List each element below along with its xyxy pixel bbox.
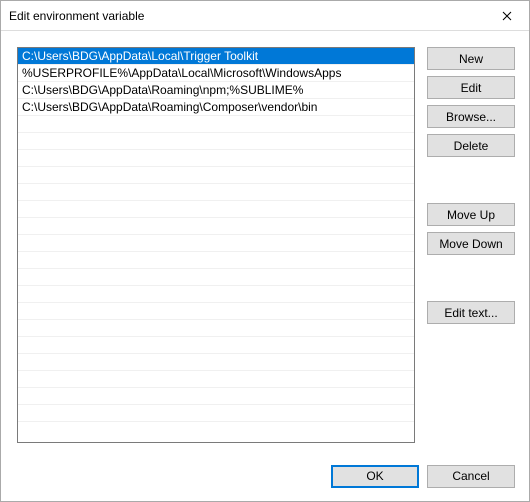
list-item [18,286,414,303]
close-button[interactable] [484,1,529,30]
list-item [18,167,414,184]
spacer [427,261,515,295]
list-item [18,252,414,269]
list-item [18,184,414,201]
spacer [427,163,515,197]
delete-button[interactable]: Delete [427,134,515,157]
list-item [18,337,414,354]
list-item[interactable]: C:\Users\BDG\AppData\Roaming\npm;%SUBLIM… [18,82,414,99]
list-item [18,269,414,286]
list-item [18,116,414,133]
list-item [18,354,414,371]
titlebar: Edit environment variable [1,1,529,31]
edit-text-button[interactable]: Edit text... [427,301,515,324]
list-item[interactable]: C:\Users\BDG\AppData\Local\Trigger Toolk… [18,48,414,65]
browse-button[interactable]: Browse... [427,105,515,128]
list-item [18,388,414,405]
list-item [18,218,414,235]
list-item [18,303,414,320]
ok-button[interactable]: OK [331,465,419,488]
list-item [18,235,414,252]
dialog-window: Edit environment variable C:\Users\BDG\A… [0,0,530,502]
list-item [18,371,414,388]
edit-button[interactable]: Edit [427,76,515,99]
cancel-button[interactable]: Cancel [427,465,515,488]
window-title: Edit environment variable [9,9,484,23]
move-up-button[interactable]: Move Up [427,203,515,226]
close-icon [502,8,512,24]
list-item[interactable]: C:\Users\BDG\AppData\Roaming\Composer\ve… [18,99,414,116]
list-item [18,320,414,337]
list-item[interactable]: %USERPROFILE%\AppData\Local\Microsoft\Wi… [18,65,414,82]
dialog-body: C:\Users\BDG\AppData\Local\Trigger Toolk… [1,31,529,451]
list-item [18,405,414,422]
list-item [18,133,414,150]
move-down-button[interactable]: Move Down [427,232,515,255]
list-item [18,150,414,167]
side-button-panel: New Edit Browse... Delete Move Up Move D… [427,47,515,443]
path-listbox[interactable]: C:\Users\BDG\AppData\Local\Trigger Toolk… [17,47,415,443]
list-item [18,201,414,218]
dialog-footer: OK Cancel [1,451,529,501]
new-button[interactable]: New [427,47,515,70]
